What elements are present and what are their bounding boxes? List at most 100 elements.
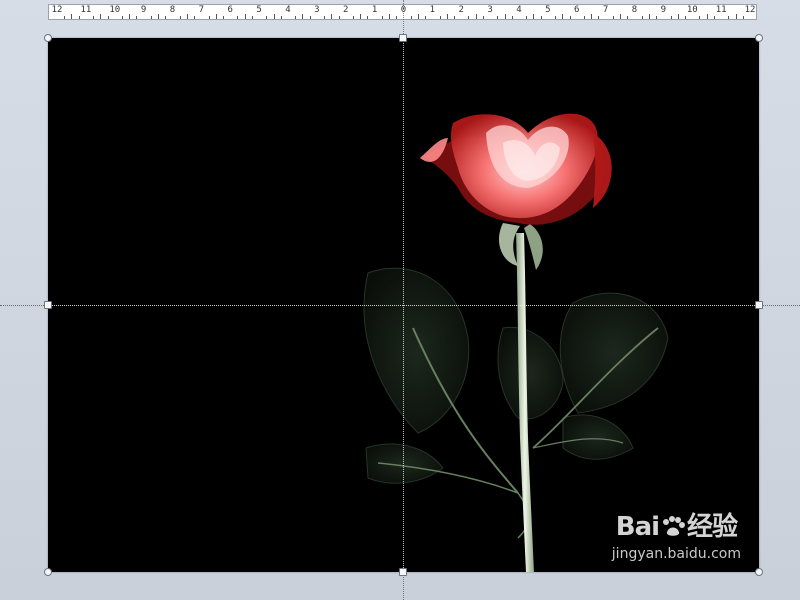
ruler-label: 9 xyxy=(660,5,667,15)
ruler-tick xyxy=(468,16,470,19)
ruler-tick xyxy=(735,14,737,19)
ruler-tick xyxy=(475,14,477,19)
ruler-tick xyxy=(670,16,672,19)
ruler-tick xyxy=(215,14,217,19)
ruler-tick xyxy=(179,16,181,19)
ruler-tick xyxy=(338,16,340,19)
resize-handle-bottom-middle[interactable] xyxy=(399,568,407,576)
ruler-tick xyxy=(728,16,730,19)
resize-handle-middle-right[interactable] xyxy=(755,301,763,309)
ruler-tick xyxy=(100,14,102,19)
ruler-label: 5 xyxy=(256,5,262,15)
ruler-tick xyxy=(526,16,528,19)
ruler-tick xyxy=(107,16,109,19)
ruler-tick xyxy=(360,14,362,19)
ruler-label: 5 xyxy=(545,5,551,15)
ruler-tick xyxy=(194,16,196,19)
horizontal-guide-right[interactable] xyxy=(759,305,800,306)
ruler-label: 3 xyxy=(487,5,493,15)
resize-handle-bottom-right[interactable] xyxy=(755,568,763,576)
ruler-label: 4 xyxy=(516,5,522,15)
ruler-label: 9 xyxy=(140,5,147,15)
ruler-tick xyxy=(511,16,513,19)
ruler-tick xyxy=(620,14,622,19)
ruler-tick xyxy=(324,16,326,19)
ruler-tick xyxy=(742,16,744,19)
ruler-tick xyxy=(396,16,398,19)
ruler-label: 11 xyxy=(80,5,92,15)
resize-handle-bottom-left[interactable] xyxy=(44,568,52,576)
ruler-label: 7 xyxy=(602,5,609,15)
ruler-tick xyxy=(295,16,297,19)
ruler-tick xyxy=(136,16,138,19)
vertical-guide-bottom[interactable] xyxy=(403,572,404,600)
ruler-tick xyxy=(598,16,600,19)
ruler-tick xyxy=(251,16,253,19)
ruler-tick xyxy=(555,16,557,19)
ruler-tick xyxy=(685,16,687,19)
ruler-label: 6 xyxy=(574,5,580,15)
ruler-tick xyxy=(280,16,282,19)
ruler-tick xyxy=(93,16,95,19)
ruler-tick xyxy=(381,16,383,19)
ruler-label: 7 xyxy=(198,5,205,15)
ruler-tick xyxy=(165,16,167,19)
ruler-label: 1 xyxy=(371,5,378,15)
ruler-tick xyxy=(454,16,456,19)
ruler-tick xyxy=(158,14,160,19)
ruler-tick xyxy=(352,16,354,19)
ruler-tick xyxy=(150,16,152,19)
ruler-tick xyxy=(302,14,304,19)
ruler-label: 1 xyxy=(429,5,436,15)
horizontal-guide[interactable] xyxy=(48,305,759,306)
ruler-tick xyxy=(677,14,679,19)
ruler-tick xyxy=(656,16,658,19)
ruler-tick xyxy=(562,14,564,19)
baidu-jingyan-watermark: Bai 经验 jingyan.baidu.com xyxy=(612,514,741,563)
watermark-brand-right: 经验 xyxy=(687,511,738,542)
ruler-tick xyxy=(648,14,650,19)
ruler-tick xyxy=(533,14,535,19)
ruler-tick xyxy=(64,16,66,19)
ruler-tick xyxy=(78,16,80,19)
baidu-paw-icon xyxy=(659,514,687,540)
ruler-tick xyxy=(186,14,188,19)
resize-handle-middle-left[interactable] xyxy=(44,301,52,309)
ruler-tick xyxy=(504,14,506,19)
ruler-label: 11 xyxy=(715,5,727,15)
ruler-tick xyxy=(223,16,225,19)
ruler-tick xyxy=(389,14,391,19)
ruler-tick xyxy=(417,14,419,19)
ruler-tick xyxy=(583,16,585,19)
ruler-label: 8 xyxy=(631,5,638,15)
horizontal-guide-left[interactable] xyxy=(0,305,48,306)
ruler-tick xyxy=(641,16,643,19)
ruler-tick xyxy=(309,16,311,19)
ruler-label: 10 xyxy=(109,5,121,15)
rose-bloom xyxy=(420,113,612,225)
ruler-tick xyxy=(244,14,246,19)
ruler-tick xyxy=(425,16,427,19)
resize-handle-top-right[interactable] xyxy=(755,34,763,42)
ruler-label: 2 xyxy=(458,5,464,15)
ruler-tick xyxy=(208,16,210,19)
ruler-label: 8 xyxy=(169,5,176,15)
ruler-label: 10 xyxy=(686,5,698,15)
rose-leaves xyxy=(363,267,669,539)
resize-handle-top-left[interactable] xyxy=(44,34,52,42)
ruler-label: 12 xyxy=(744,5,756,15)
watermark-url: jingyan.baidu.com xyxy=(611,546,741,562)
ruler-tick xyxy=(612,16,614,19)
ruler-tick xyxy=(273,14,275,19)
resize-handle-top-middle[interactable] xyxy=(399,34,407,42)
ruler-tick xyxy=(410,16,412,19)
ruler-tick xyxy=(497,16,499,19)
vertical-guide-top[interactable] xyxy=(403,0,404,38)
ruler-tick xyxy=(266,16,268,19)
ruler-tick xyxy=(71,14,73,19)
ruler-tick xyxy=(540,16,542,19)
ruler-tick xyxy=(331,14,333,19)
ruler-tick xyxy=(569,16,571,19)
ruler-tick xyxy=(591,14,593,19)
ruler-label: 3 xyxy=(314,5,320,15)
